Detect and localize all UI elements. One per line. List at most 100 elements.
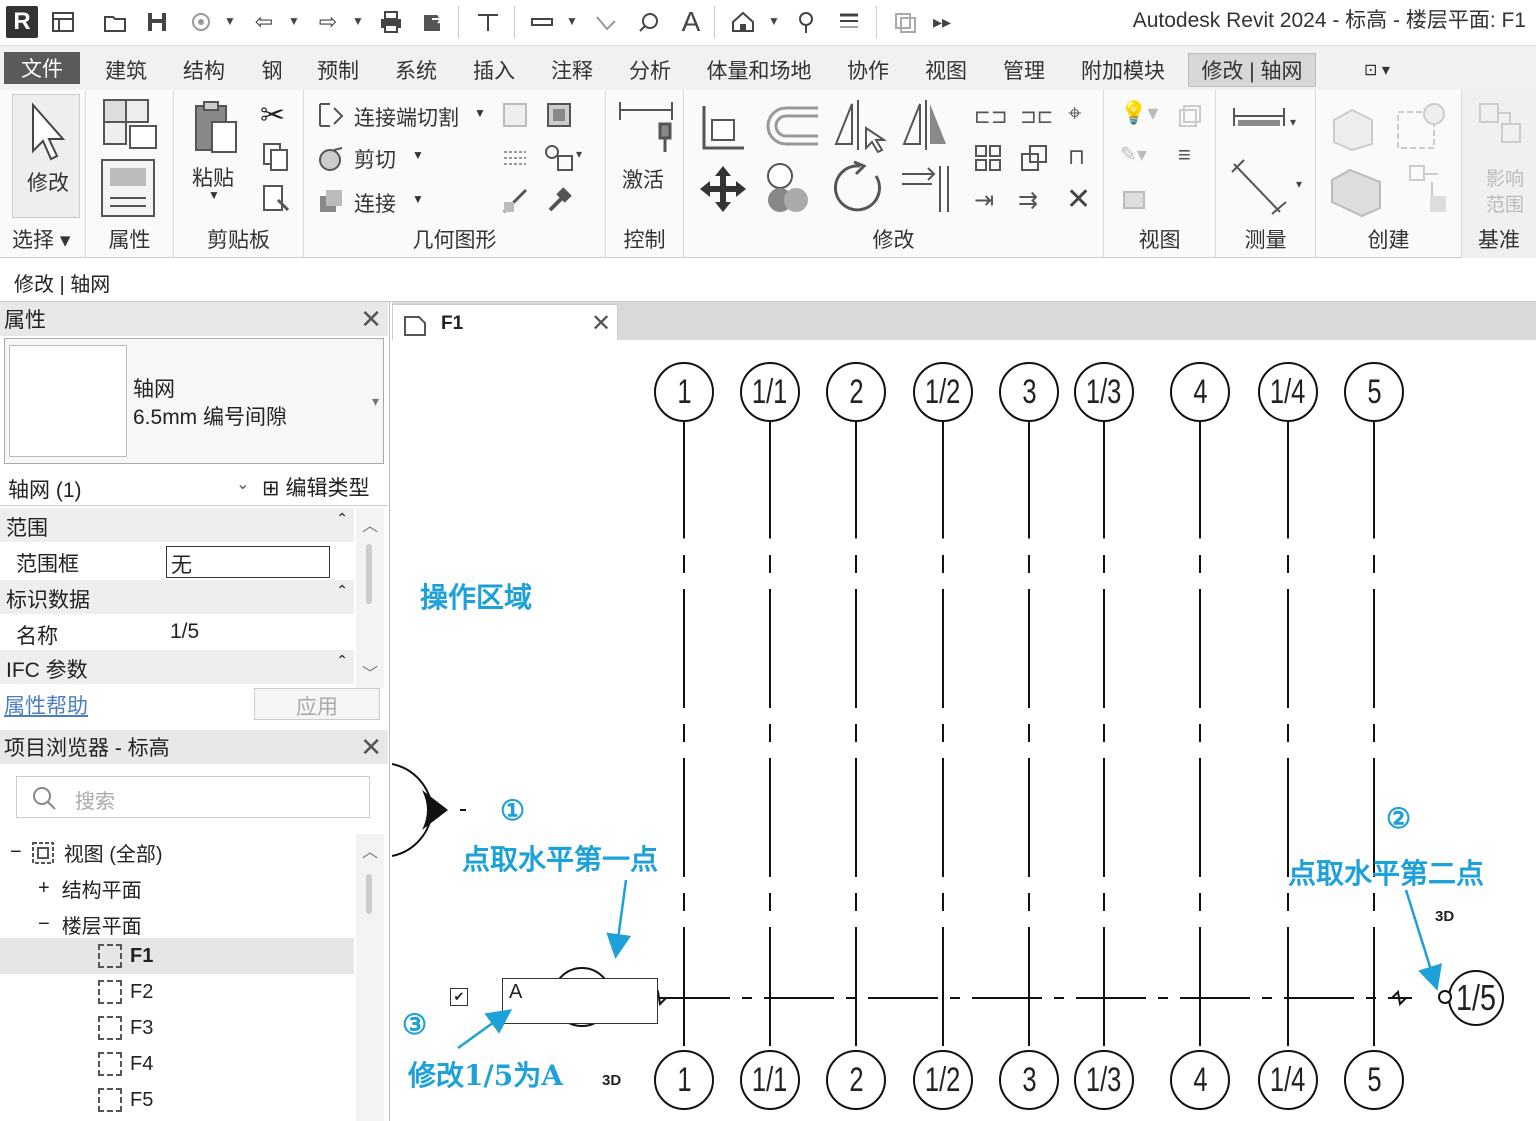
close-icon[interactable]: ✕ <box>360 304 382 335</box>
undo-icon[interactable]: ⇦ <box>246 8 282 36</box>
type-properties-icon[interactable] <box>100 96 160 152</box>
split-element-icon[interactable]: ⊏⊐ <box>974 104 1008 129</box>
split-gap-icon[interactable]: ⊐⊏ <box>1020 104 1054 129</box>
scale-icon[interactable] <box>1020 144 1048 172</box>
print-icon[interactable] <box>374 8 408 36</box>
pin-icon[interactable]: ⌖ <box>1068 100 1082 128</box>
apply-button[interactable]: 应用 <box>254 688 380 720</box>
match-properties-icon[interactable] <box>262 184 292 214</box>
tab-analyze[interactable]: 分析 <box>620 53 680 87</box>
tab-systems[interactable]: 系统 <box>386 53 446 87</box>
tree-views-root[interactable]: − 视图 (全部) <box>10 838 163 867</box>
demolish-icon[interactable] <box>500 144 530 174</box>
browser-search[interactable]: 搜索 <box>16 776 370 818</box>
select-box-icon[interactable] <box>1120 186 1148 214</box>
thin-lines-icon[interactable] <box>832 8 866 36</box>
sync-icon[interactable] <box>186 8 216 36</box>
more-icon[interactable]: ▸▸ <box>930 8 954 36</box>
join-cut-button[interactable]: 连接端切割 <box>354 102 459 132</box>
chevron-down-icon[interactable]: ▾ <box>372 393 379 410</box>
close-icon[interactable]: ✕ <box>360 732 382 763</box>
override-graphics-icon[interactable] <box>1176 102 1204 130</box>
tab-collaborate[interactable]: 协作 <box>838 53 898 87</box>
expand-icon[interactable]: + <box>38 877 50 900</box>
text-icon[interactable]: A <box>676 6 706 37</box>
tree-item-f5[interactable]: F5 <box>98 1088 153 1112</box>
cut-button[interactable]: 剪切 <box>354 144 396 174</box>
save-icon[interactable] <box>142 8 172 36</box>
group-identity-data[interactable]: 标识数据 ⌃ <box>0 580 354 614</box>
delete-icon[interactable]: ✕ <box>1066 182 1091 217</box>
chevron-down-icon[interactable]: ▼ <box>566 14 578 28</box>
chevron-up-icon[interactable]: ︿ <box>362 838 378 862</box>
trim-extend-multiple-icon[interactable]: ⇉ <box>1018 186 1038 215</box>
split-face-icon[interactable]: ▾ <box>542 142 586 174</box>
modify-button[interactable]: 修改 <box>12 94 80 218</box>
tab-structure[interactable]: 结构 <box>174 53 234 87</box>
tab-precast[interactable]: 预制 <box>308 53 368 87</box>
home-panel-icon[interactable] <box>48 8 78 36</box>
cut-scissors-icon[interactable]: ✂ <box>260 98 285 133</box>
tree-item-f4[interactable]: F4 <box>98 1052 153 1076</box>
redo-icon[interactable]: ⇨ <box>310 8 346 36</box>
rotate-icon[interactable] <box>832 160 888 216</box>
aligned-dimension-icon[interactable] <box>524 8 560 36</box>
3d-view-icon[interactable] <box>726 8 760 36</box>
cope-icon[interactable] <box>316 100 346 130</box>
collapse-icon[interactable]: − <box>38 913 50 936</box>
properties-help-link[interactable]: 属性帮助 <box>4 690 88 720</box>
tab-annotate[interactable]: 注释 <box>542 53 602 87</box>
properties-icon[interactable] <box>98 158 160 218</box>
trim-extend-single-icon[interactable]: ⇥ <box>974 186 994 215</box>
chevron-down-icon[interactable]: ▼ <box>412 148 424 162</box>
select-dropdown[interactable]: 选择 ▾ <box>12 224 85 254</box>
export-icon[interactable] <box>416 8 450 36</box>
close-icon[interactable]: ✕ <box>591 309 611 338</box>
chevron-down-icon[interactable]: ▼ <box>768 14 780 28</box>
filter-icon[interactable]: ≡ <box>1178 142 1191 168</box>
tab-steel[interactable]: 钢 <box>252 53 292 87</box>
create-parts-icon[interactable] <box>1394 98 1452 156</box>
scroll-thumb[interactable] <box>366 544 372 604</box>
tree-item-f3[interactable]: F3 <box>98 1016 153 1040</box>
copy-icon[interactable] <box>262 142 290 172</box>
tab-insert[interactable]: 插入 <box>464 53 524 87</box>
measure-icon[interactable] <box>470 8 506 36</box>
open-icon[interactable] <box>100 8 130 36</box>
create-assembly-icon[interactable] <box>1328 102 1378 152</box>
activate-dimensions-icon[interactable] <box>616 98 676 158</box>
group-ifc-parameters[interactable]: IFC 参数 ⌃ <box>0 650 354 684</box>
tab-addins[interactable]: 附加模块 <box>1074 53 1172 87</box>
mirror-pick-axis-icon[interactable] <box>830 98 886 154</box>
create-group-icon[interactable] <box>1328 162 1388 218</box>
dimension-icon[interactable]: ▾ <box>1230 158 1310 218</box>
paint-icon[interactable] <box>544 100 574 130</box>
collapse-icon[interactable]: − <box>10 841 22 864</box>
view-tab-f1[interactable]: F1 ✕ <box>392 304 618 342</box>
remove-paint-icon[interactable] <box>500 186 530 216</box>
hammer-icon[interactable] <box>544 186 574 216</box>
drawing-area[interactable]: 1 1 1/1 1/1 2 2 1/2 1/2 3 3 1/3 1/3 4 4 1/4 1/4 5 5 1/5 A… <box>392 340 1536 1121</box>
scroll-thumb[interactable] <box>366 874 372 914</box>
copy-element-icon[interactable] <box>764 160 814 216</box>
hide-element-icon[interactable]: 💡▾ <box>1120 100 1158 126</box>
chevron-up-icon[interactable]: ︿ <box>362 512 378 536</box>
tab-manage[interactable]: 管理 <box>994 53 1054 87</box>
tree-item-f1[interactable]: F1 <box>98 944 153 968</box>
scope-box-field[interactable]: 无 <box>166 546 330 578</box>
measure-between-points-icon[interactable]: ▾ <box>1230 104 1300 134</box>
unpin-icon[interactable]: ⊓ <box>1068 144 1085 170</box>
cut-geometry-icon[interactable] <box>316 144 346 174</box>
instance-filter[interactable]: 轴网 (1) <box>8 474 82 504</box>
edit-type-button[interactable]: ⊞ 编辑类型 <box>262 472 369 502</box>
array-icon[interactable] <box>974 144 1002 172</box>
chevron-down-icon[interactable]: ▼ <box>288 14 300 28</box>
chevron-down-icon[interactable]: ▼ <box>224 14 236 28</box>
chevron-down-icon[interactable]: ▼ <box>474 106 486 120</box>
offset-icon[interactable] <box>762 102 822 152</box>
detail-line-icon[interactable] <box>588 8 624 36</box>
section-icon[interactable] <box>790 8 822 36</box>
tag-icon[interactable] <box>632 8 666 36</box>
linework-icon[interactable]: ✎▾ <box>1120 142 1147 167</box>
scope-box-icon[interactable] <box>1476 100 1526 150</box>
